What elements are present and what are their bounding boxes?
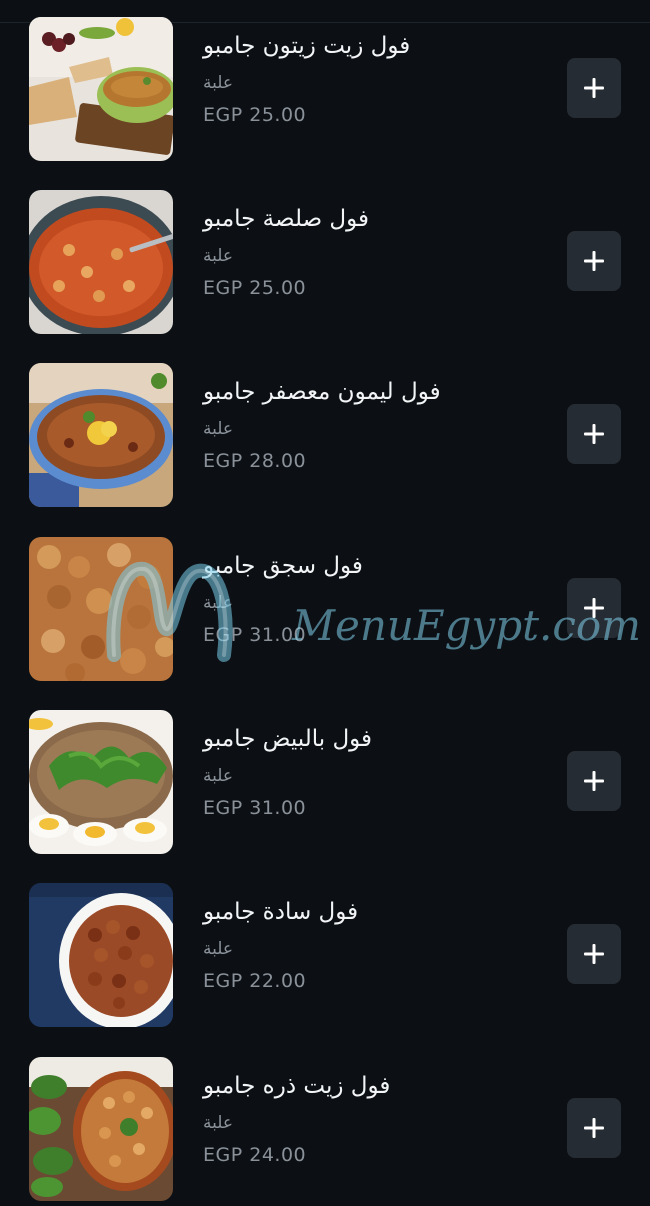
food-image (29, 883, 173, 1027)
menu-item[interactable]: فول ليمون معصفر جامبو علبة EGP 28.00 (0, 363, 650, 507)
add-to-cart-button[interactable] (567, 751, 621, 811)
item-price: EGP 24.00 (203, 1144, 307, 1166)
item-unit: علبة (203, 593, 234, 613)
item-price: EGP 31.00 (203, 624, 307, 646)
add-to-cart-button[interactable] (567, 578, 621, 638)
item-title: فول زيت ذره جامبو (203, 1073, 391, 1099)
item-unit: علبة (203, 419, 234, 439)
menu-item[interactable]: فول سادة جامبو علبة EGP 22.00 (0, 883, 650, 1027)
item-title: فول سجق جامبو (203, 553, 363, 579)
item-unit: علبة (203, 939, 234, 959)
food-image (29, 1057, 173, 1201)
plus-icon (584, 598, 604, 618)
food-image (29, 17, 173, 161)
item-unit: علبة (203, 766, 234, 786)
plus-icon (584, 78, 604, 98)
item-price: EGP 25.00 (203, 277, 307, 299)
item-title: فول زيت زيتون جامبو (203, 33, 411, 59)
menu-item[interactable]: فول سجق جامبو علبة EGP 31.00 (0, 537, 650, 681)
add-to-cart-button[interactable] (567, 58, 621, 118)
item-title: فول صلصة جامبو (203, 206, 369, 232)
menu-item[interactable]: فول زيت ذره جامبو علبة EGP 24.00 (0, 1057, 650, 1201)
add-to-cart-button[interactable] (567, 404, 621, 464)
item-unit: علبة (203, 246, 234, 266)
item-price: EGP 28.00 (203, 450, 307, 472)
item-title: فول سادة جامبو (203, 899, 359, 925)
add-to-cart-button[interactable] (567, 1098, 621, 1158)
item-title: فول بالبيض جامبو (203, 726, 373, 752)
menu-item[interactable]: فول زيت زيتون جامبو علبة EGP 25.00 (0, 17, 650, 161)
item-unit: علبة (203, 1113, 234, 1133)
item-title: فول ليمون معصفر جامبو (203, 379, 441, 405)
plus-icon (584, 1118, 604, 1138)
plus-icon (584, 944, 604, 964)
add-to-cart-button[interactable] (567, 231, 621, 291)
menu-screen: فول زيت زيتون جامبو علبة EGP 25.00 فول ص… (0, 0, 650, 1206)
item-price: EGP 22.00 (203, 970, 307, 992)
food-image (29, 363, 173, 507)
food-image (29, 537, 173, 681)
item-price: EGP 25.00 (203, 104, 307, 126)
food-image (29, 710, 173, 854)
food-image (29, 190, 173, 334)
plus-icon (584, 771, 604, 791)
plus-icon (584, 251, 604, 271)
add-to-cart-button[interactable] (567, 924, 621, 984)
plus-icon (584, 424, 604, 444)
item-unit: علبة (203, 73, 234, 93)
menu-item[interactable]: فول صلصة جامبو علبة EGP 25.00 (0, 190, 650, 334)
item-price: EGP 31.00 (203, 797, 307, 819)
menu-item[interactable]: فول بالبيض جامبو علبة EGP 31.00 (0, 710, 650, 854)
